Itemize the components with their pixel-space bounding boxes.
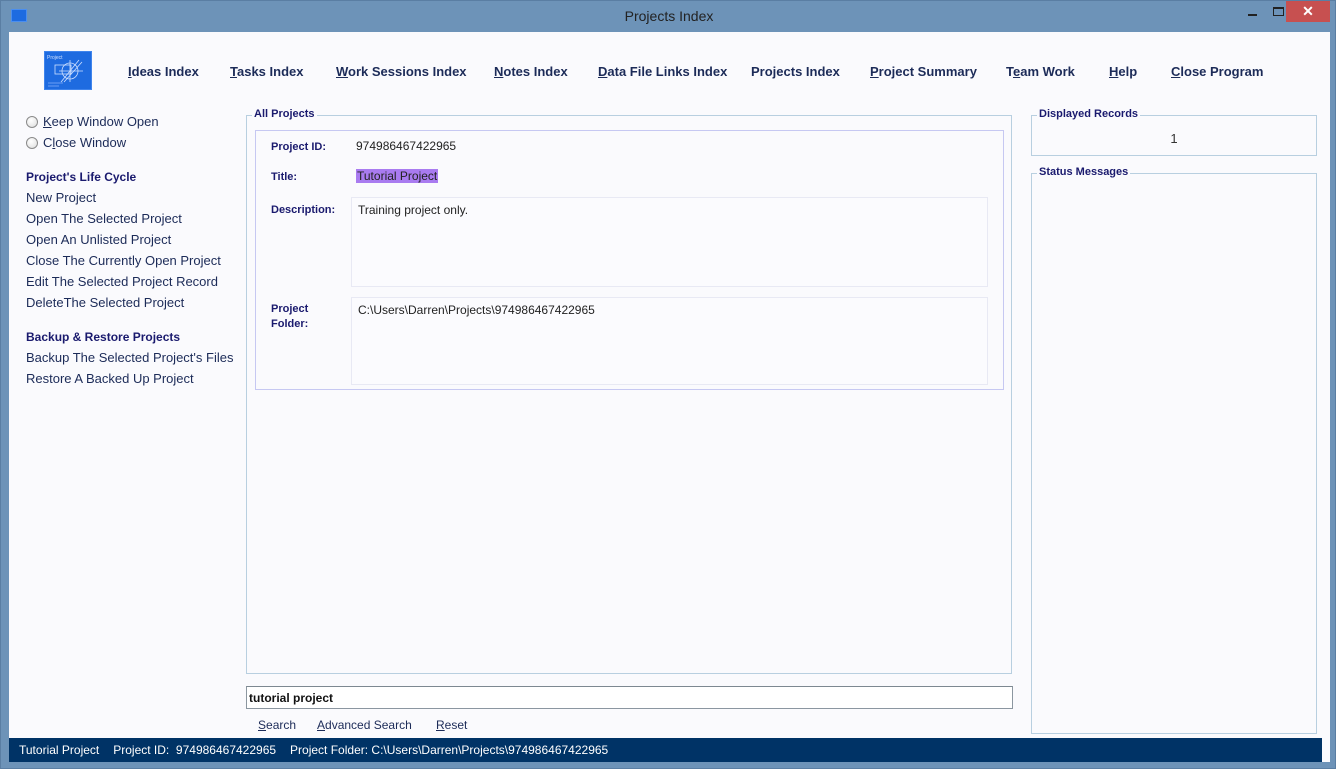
backup-project-files-link[interactable]: Backup The Selected Project's Files [26, 350, 233, 365]
close-icon: ✕ [1302, 3, 1314, 19]
search-button[interactable]: Search [258, 718, 296, 732]
project-logo-icon: Project [44, 51, 92, 90]
radio-circle-icon [26, 115, 38, 128]
status-project-folder: Project Folder: C:\Users\Darren\Projects… [290, 743, 609, 757]
project-id-label: Project ID: [271, 141, 327, 153]
description-field: Training project only. [351, 197, 988, 287]
search-input[interactable] [246, 686, 1013, 709]
project-folder-field: C:\Users\Darren\Projects\974986467422965 [351, 297, 988, 385]
status-project-id: Project ID: 974986467422965 [113, 743, 277, 757]
close-open-project-link[interactable]: Close The Currently Open Project [26, 253, 221, 268]
description-label: Description: [271, 204, 336, 216]
status-messages-title: Status Messages [1037, 166, 1131, 178]
nav-work-sessions-index[interactable]: Work Sessions Index [336, 64, 467, 79]
nav-projects-index[interactable]: Projects Index [751, 64, 840, 79]
reset-button[interactable]: Reset [436, 718, 467, 732]
nav-ideas-index[interactable]: Ideas Index [128, 64, 199, 79]
all-projects-title: All Projects [252, 108, 317, 120]
nav-data-file-links-index[interactable]: Data File Links Index [598, 64, 727, 79]
backup-restore-heading: Backup & Restore Projects [26, 330, 181, 344]
edit-project-record-link[interactable]: Edit The Selected Project Record [26, 274, 218, 289]
nav-notes-index[interactable]: Notes Index [494, 64, 568, 79]
open-selected-project-link[interactable]: Open The Selected Project [26, 211, 182, 226]
nav-help[interactable]: Help [1109, 64, 1137, 79]
project-id-value: 974986467422965 [356, 139, 457, 153]
restore-project-link[interactable]: Restore A Backed Up Project [26, 371, 194, 386]
nav-project-summary[interactable]: Project Summary [870, 64, 977, 79]
status-project-title: Tutorial Project [19, 743, 100, 757]
folder-label-line2: Folder: [271, 318, 309, 330]
project-record-card[interactable]: Project ID: 974986467422965 Title: Tutor… [255, 130, 1004, 390]
life-cycle-heading: Project's Life Cycle [26, 170, 137, 184]
title-label: Title: [271, 171, 298, 183]
close-window-radio[interactable]: Cl ose Window [26, 135, 126, 150]
delete-project-link[interactable]: DeleteThe Selected Project [26, 295, 184, 310]
logo-caption: Project [47, 55, 63, 61]
minimize-icon [1247, 13, 1257, 16]
status-bar: Tutorial Project Project ID: 97498646742… [9, 738, 1322, 762]
nav-team-work[interactable]: Team Work [1006, 64, 1075, 79]
open-unlisted-project-link[interactable]: Open An Unlisted Project [26, 232, 171, 247]
keep-window-open-radio[interactable]: Keep Window Open [26, 114, 159, 129]
window-title: Projects Index [624, 8, 714, 24]
folder-label-line1: Project [271, 303, 309, 315]
displayed-records-group: Displayed Records 1 [1031, 108, 1317, 156]
close-button[interactable]: ✕ [1286, 1, 1330, 22]
advanced-search-button[interactable]: Advanced Search [317, 718, 412, 732]
displayed-records-title: Displayed Records [1037, 108, 1141, 120]
new-project-link[interactable]: New Project [26, 190, 96, 205]
maximize-icon [1272, 7, 1284, 16]
radio-circle-icon [26, 136, 38, 149]
nav-close-program[interactable]: Close Program [1171, 64, 1263, 79]
title-value: Tutorial Project [356, 169, 439, 183]
status-messages-group: Status Messages [1031, 166, 1317, 734]
displayed-records-count: 1 [1170, 131, 1178, 146]
app-window: Projects Index ✕ Project Ideas Index Tas… [0, 0, 1336, 769]
nav-tasks-index[interactable]: Tasks Index [230, 64, 303, 79]
title-bar[interactable]: Projects Index ✕ [1, 1, 1336, 32]
minimize-button[interactable] [1239, 1, 1265, 22]
client-area: Project Ideas Index Tasks Index Work Ses… [9, 32, 1330, 762]
